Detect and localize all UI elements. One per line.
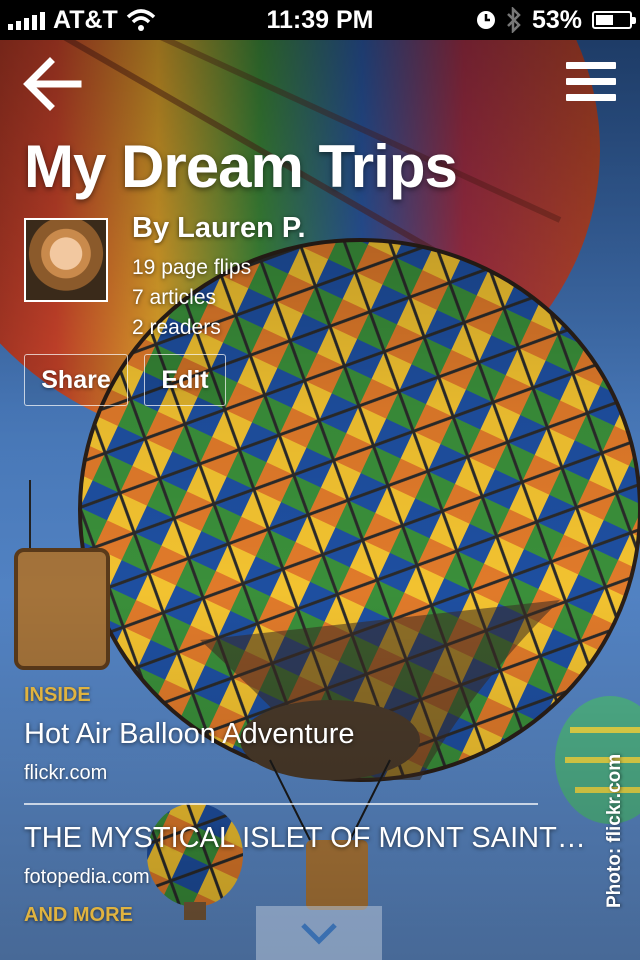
- battery-percent: 53%: [531, 5, 582, 34]
- wifi-icon: [126, 9, 155, 31]
- divider: [24, 803, 538, 805]
- status-bar: AT&T 11:39 PM 53%: [0, 0, 640, 40]
- author-byline[interactable]: By Lauren P.: [132, 212, 306, 245]
- photo-credit: Photo: flickr.com: [604, 753, 625, 908]
- article-title[interactable]: Hot Air Balloon Adventure: [24, 718, 354, 751]
- bluetooth-icon: [507, 7, 521, 33]
- battery-icon: [592, 11, 636, 29]
- article-title[interactable]: THE MYSTICAL ISLET OF MONT SAINT…: [24, 822, 586, 855]
- clock-icon: [476, 11, 495, 29]
- stat-readers: 2 readers: [132, 316, 221, 339]
- article-source: fotopedia.com: [24, 866, 150, 888]
- stat-articles: 7 articles: [132, 286, 217, 309]
- carrier-label: AT&T: [53, 5, 118, 34]
- avatar[interactable]: [24, 218, 108, 302]
- stat-page-flips: 19 page flips: [132, 256, 252, 279]
- scroll-down-button[interactable]: [256, 906, 382, 960]
- share-button[interactable]: Share: [24, 354, 128, 406]
- menu-icon[interactable]: [566, 62, 616, 106]
- article-source: flickr.com: [24, 762, 108, 784]
- and-more-label[interactable]: AND MORE: [24, 904, 133, 927]
- signal-icon: [8, 10, 45, 30]
- magazine-title: My Dream Trips: [24, 133, 458, 200]
- edit-button[interactable]: Edit: [144, 354, 226, 406]
- inside-label: INSIDE: [24, 684, 91, 706]
- back-arrow-icon[interactable]: [22, 56, 82, 112]
- chevron-down-icon: [301, 923, 337, 945]
